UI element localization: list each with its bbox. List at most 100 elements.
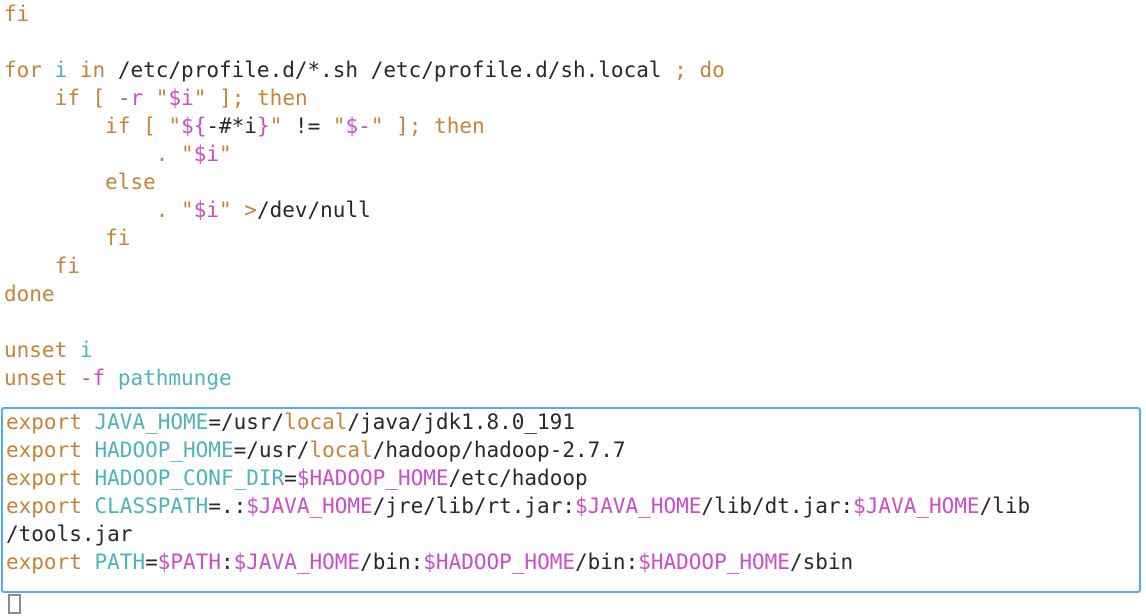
code-token: /hadoop/hadoop-2.7.7 xyxy=(372,438,626,462)
code-token: != xyxy=(294,114,321,138)
code-token: " xyxy=(193,86,207,110)
code-token: " xyxy=(332,114,346,138)
code-token: /bin: xyxy=(360,550,424,574)
code-token: " xyxy=(218,142,232,166)
code-token: PATH xyxy=(94,550,146,574)
code-token: $JAVA_HOME xyxy=(853,494,980,518)
code-lines-container[interactable]: fi for i in /etc/profile.d/*.sh /etc/pro… xyxy=(0,0,1146,392)
selected-code-line[interactable]: export CLASSPATH=.:$JAVA_HOME/jre/lib/rt… xyxy=(0,492,1146,520)
code-token: local xyxy=(309,438,373,462)
code-token: $PATH xyxy=(157,550,221,574)
code-token: $i xyxy=(193,142,219,166)
code-line[interactable]: fi xyxy=(0,252,1146,280)
code-token: else xyxy=(105,170,156,194)
selected-code-line[interactable]: export HADOOP_CONF_DIR=$HADOOP_HOME/etc/… xyxy=(0,464,1146,492)
code-token: " xyxy=(370,114,384,138)
code-token: " xyxy=(168,114,182,138)
selected-code-line[interactable]: export PATH=$PATH:$JAVA_HOME/bin:$HADOOP… xyxy=(0,548,1146,576)
code-token: $HADOOP_HOME xyxy=(638,550,790,574)
code-token: pathmunge xyxy=(117,366,232,390)
code-token: i xyxy=(54,58,68,82)
code-token: " xyxy=(269,114,283,138)
code-token: > xyxy=(244,198,257,222)
code-token: : xyxy=(220,550,234,574)
code-token: /lib xyxy=(979,494,1031,518)
code-token: then xyxy=(257,86,308,110)
code-token: $JAVA_HOME xyxy=(246,494,373,518)
code-token: /dev/null xyxy=(256,198,371,222)
code-line[interactable]: if [ -r "$i" ]; then xyxy=(0,84,1146,112)
code-line[interactable]: done xyxy=(0,280,1146,308)
code-token: [ xyxy=(143,114,156,138)
code-token: $HADOOP_HOME xyxy=(296,466,449,490)
code-line[interactable]: fi xyxy=(0,0,1146,28)
code-token: in xyxy=(79,58,106,82)
code-token: JAVA_HOME xyxy=(94,410,209,434)
code-line[interactable]: . "$i" >/dev/null xyxy=(0,196,1146,224)
code-token: $i xyxy=(193,198,219,222)
code-token: . xyxy=(155,142,169,166)
code-line[interactable]: fi xyxy=(0,224,1146,252)
code-token: . xyxy=(155,198,169,222)
code-line[interactable]: else xyxy=(0,168,1146,196)
selected-block-lines[interactable]: export JAVA_HOME=/usr/local/java/jdk1.8.… xyxy=(0,408,1146,576)
code-line[interactable]: unset i xyxy=(0,336,1146,364)
code-token: } xyxy=(256,114,270,138)
code-line[interactable] xyxy=(0,308,1146,336)
code-token: = xyxy=(145,550,158,574)
code-token: /java/jdk1.8.0_191 xyxy=(347,410,575,434)
code-token: then xyxy=(434,114,485,138)
code-line[interactable]: unset -f pathmunge xyxy=(0,364,1146,392)
code-line[interactable]: . "$i" xyxy=(0,140,1146,168)
code-token: do xyxy=(699,58,725,82)
code-token: -r xyxy=(117,86,144,110)
code-token: =/usr/ xyxy=(208,410,285,434)
code-token: if xyxy=(105,114,131,138)
code-token: " xyxy=(218,198,232,222)
code-line[interactable] xyxy=(0,28,1146,56)
code-token: /lib/dt.jar: xyxy=(701,494,854,518)
code-token: ; xyxy=(408,114,422,138)
code-line[interactable]: for i in /etc/profile.d/*.sh /etc/profil… xyxy=(0,56,1146,84)
code-token: fi xyxy=(4,2,30,26)
code-line[interactable]: if [ "${-#*i}" != "$-" ]; then xyxy=(0,112,1146,140)
code-token: export xyxy=(6,438,82,462)
selected-code-line[interactable]: export HADOOP_HOME=/usr/local/hadoop/had… xyxy=(0,436,1146,464)
code-token: ] xyxy=(219,86,232,110)
code-editor[interactable]: fi for i in /etc/profile.d/*.sh /etc/pro… xyxy=(0,0,1146,616)
code-token: unset xyxy=(4,366,68,390)
code-token: i xyxy=(79,338,93,362)
code-token: ; xyxy=(674,58,687,82)
code-token: ${ xyxy=(181,114,207,138)
code-token: /tools.jar xyxy=(6,522,133,546)
code-token: =.: xyxy=(208,494,247,518)
code-token: =/usr/ xyxy=(233,438,310,462)
code-token: /jre/lib/rt.jar: xyxy=(372,494,575,518)
code-token: export xyxy=(6,466,82,490)
code-token: /etc/hadoop xyxy=(448,466,588,490)
code-token: export xyxy=(6,550,82,574)
selected-code-line[interactable]: export JAVA_HOME=/usr/local/java/jdk1.8.… xyxy=(0,408,1146,436)
selected-code-line[interactable]: /tools.jar xyxy=(0,520,1146,548)
code-token: -#*i xyxy=(206,114,257,138)
code-token: $JAVA_HOME xyxy=(574,494,702,518)
code-token: done xyxy=(4,282,55,306)
code-token: = xyxy=(284,466,297,490)
code-token: " xyxy=(181,198,194,222)
